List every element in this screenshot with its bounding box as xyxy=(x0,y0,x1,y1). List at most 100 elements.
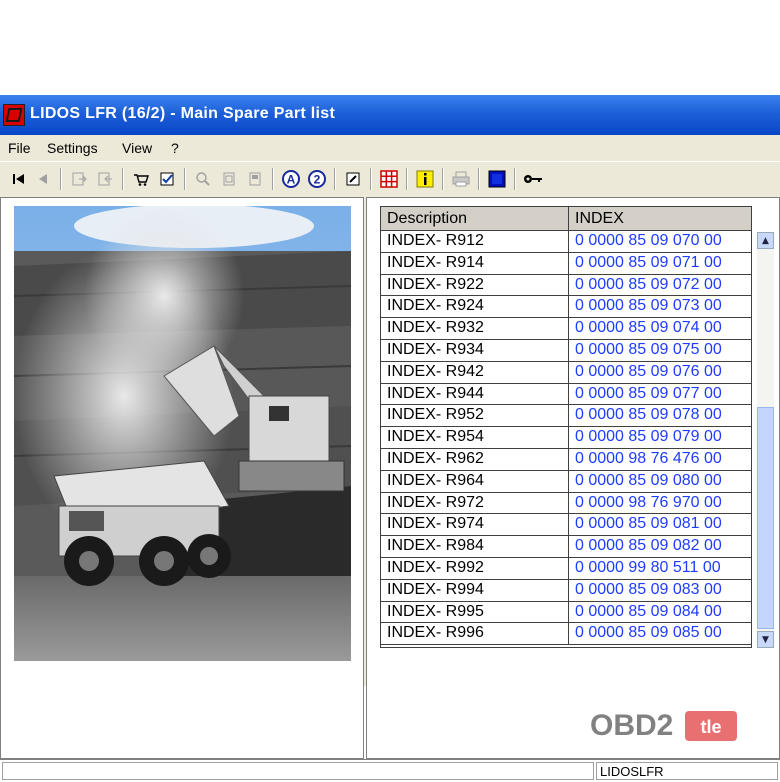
cell-index[interactable]: 0 0000 85 09 084 00 xyxy=(569,602,751,623)
cell-description[interactable]: INDEX- R934 xyxy=(381,340,569,361)
toolbar-separator xyxy=(442,168,444,190)
table-row[interactable]: INDEX- R994 0 0000 85 09 083 00 xyxy=(381,579,751,602)
menu-file[interactable]: File xyxy=(8,140,31,156)
table-row[interactable]: INDEX- R972 0 0000 98 76 970 00 xyxy=(381,492,751,515)
vertical-scrollbar[interactable]: ▲ ▼ xyxy=(757,232,774,648)
table-row[interactable]: INDEX- R912 0 0000 85 09 070 00 xyxy=(381,231,751,253)
scroll-down-icon[interactable]: ▼ xyxy=(757,631,774,648)
cell-index[interactable]: 0 0000 85 09 073 00 xyxy=(569,296,751,317)
cell-description[interactable]: INDEX- R942 xyxy=(381,361,569,383)
previous-record-icon[interactable] xyxy=(32,168,54,190)
grid-icon[interactable] xyxy=(378,168,400,190)
toolbar-separator xyxy=(514,168,516,190)
table-row[interactable]: INDEX- R922 0 0000 85 09 072 00 xyxy=(381,274,751,297)
cell-index[interactable]: 0 0000 85 09 083 00 xyxy=(569,580,751,601)
cell-description[interactable]: INDEX- R972 xyxy=(381,492,569,514)
app-logo-icon xyxy=(3,104,25,126)
toolbar-separator xyxy=(272,168,274,190)
cell-index[interactable]: 0 0000 85 09 072 00 xyxy=(569,275,751,296)
table-row[interactable]: INDEX- R954 0 0000 85 09 079 00 xyxy=(381,427,751,449)
table-row[interactable]: INDEX- R944 0 0000 85 09 077 00 xyxy=(381,383,751,406)
table-row[interactable]: INDEX- R996 0 0000 85 09 085 00 xyxy=(381,623,751,646)
table-row[interactable]: INDEX- R934 0 0000 85 09 075 00 xyxy=(381,340,751,362)
scrollbar-thumb[interactable] xyxy=(757,407,774,629)
table-row[interactable]: INDEX- R964 0 0000 85 09 080 00 xyxy=(381,470,751,493)
svg-text:OBD2: OBD2 xyxy=(590,709,673,742)
cell-index[interactable]: 0 0000 85 09 078 00 xyxy=(569,405,751,426)
key-icon[interactable] xyxy=(522,168,544,190)
cell-description[interactable]: INDEX- R914 xyxy=(381,252,569,274)
cell-index[interactable]: 0 0000 85 09 079 00 xyxy=(569,427,751,448)
table-row[interactable]: INDEX- R924 0 0000 85 09 073 00 xyxy=(381,296,751,319)
cell-description[interactable]: INDEX- R944 xyxy=(381,383,569,405)
print-icon[interactable] xyxy=(450,168,472,190)
search-2-icon[interactable]: 2 xyxy=(306,168,328,190)
toolbar-separator xyxy=(370,168,372,190)
menu-view[interactable]: View xyxy=(122,140,152,156)
cell-index[interactable]: 0 0000 85 09 080 00 xyxy=(569,471,751,492)
search-a-icon[interactable]: A xyxy=(280,168,302,190)
cart-icon[interactable] xyxy=(130,168,152,190)
cell-description[interactable]: INDEX- R996 xyxy=(381,623,569,645)
menu-bar: File Settings View ? xyxy=(0,135,780,161)
svg-text:A: A xyxy=(287,173,296,187)
status-database: LIDOSLFR xyxy=(596,762,778,780)
cell-index[interactable]: 0 0000 85 09 082 00 xyxy=(569,536,751,557)
export-icon[interactable] xyxy=(68,168,90,190)
cell-index[interactable]: 0 0000 98 76 970 00 xyxy=(569,493,751,514)
zoom-in-icon[interactable] xyxy=(192,168,214,190)
toolbar-separator xyxy=(334,168,336,190)
menu-settings[interactable]: Settings xyxy=(47,140,98,156)
cell-index[interactable]: 0 0000 99 80 511 00 xyxy=(569,558,751,579)
cell-description[interactable]: INDEX- R924 xyxy=(381,296,569,318)
cell-index[interactable]: 0 0000 85 09 070 00 xyxy=(569,231,751,252)
import-icon[interactable] xyxy=(94,168,116,190)
scroll-up-icon[interactable]: ▲ xyxy=(757,232,774,249)
menu-help[interactable]: ? xyxy=(171,140,179,156)
cell-description[interactable]: INDEX- R992 xyxy=(381,558,569,579)
cell-index[interactable]: 0 0000 85 09 085 00 xyxy=(569,623,751,644)
info-icon[interactable] xyxy=(414,168,436,190)
table-row[interactable]: INDEX- R992 0 0000 99 80 511 00 xyxy=(381,558,751,580)
cell-index[interactable]: 0 0000 85 09 074 00 xyxy=(569,318,751,339)
cell-index[interactable]: 0 0000 85 09 076 00 xyxy=(569,362,751,383)
table-row[interactable]: INDEX- R995 0 0000 85 09 084 00 xyxy=(381,601,751,624)
cell-description[interactable]: INDEX- R952 xyxy=(381,405,569,427)
cell-index[interactable]: 0 0000 85 09 071 00 xyxy=(569,253,751,274)
first-record-icon[interactable] xyxy=(8,168,30,190)
edit-icon[interactable] xyxy=(342,168,364,190)
column-header-description[interactable]: Description xyxy=(381,207,569,230)
cell-index[interactable]: 0 0000 85 09 075 00 xyxy=(569,340,751,361)
toolbar: A 2 xyxy=(0,161,780,198)
page-alt-icon[interactable] xyxy=(244,168,266,190)
checklist-icon[interactable] xyxy=(156,168,178,190)
cell-description[interactable]: INDEX- R932 xyxy=(381,318,569,339)
cell-index[interactable]: 0 0000 85 09 077 00 xyxy=(569,384,751,405)
cell-description[interactable]: INDEX- R995 xyxy=(381,601,569,623)
color-icon[interactable] xyxy=(486,168,508,190)
page-icon[interactable] xyxy=(218,168,240,190)
svg-text:2: 2 xyxy=(314,173,321,187)
cell-description[interactable]: INDEX- R984 xyxy=(381,536,569,557)
table-row[interactable]: INDEX- R974 0 0000 85 09 081 00 xyxy=(381,514,751,537)
table-row[interactable]: INDEX- R984 0 0000 85 09 082 00 xyxy=(381,536,751,558)
cell-description[interactable]: INDEX- R964 xyxy=(381,470,569,492)
toolbar-separator xyxy=(184,168,186,190)
cell-description[interactable]: INDEX- R974 xyxy=(381,514,569,536)
cell-description[interactable]: INDEX- R962 xyxy=(381,449,569,470)
cell-description[interactable]: INDEX- R922 xyxy=(381,274,569,296)
table-row[interactable]: INDEX- R962 0 0000 98 76 476 00 xyxy=(381,449,751,471)
cell-description[interactable]: INDEX- R912 xyxy=(381,231,569,252)
table-row[interactable]: INDEX- R952 0 0000 85 09 078 00 xyxy=(381,405,751,428)
toolbar-separator xyxy=(406,168,408,190)
table-row[interactable]: INDEX- R914 0 0000 85 09 071 00 xyxy=(381,252,751,275)
column-header-index[interactable]: INDEX xyxy=(569,207,751,230)
spare-part-panel: Description INDEX INDEX- R912 0 0000 85 0… xyxy=(366,197,780,759)
cell-description[interactable]: INDEX- R994 xyxy=(381,579,569,601)
cell-description[interactable]: INDEX- R954 xyxy=(381,427,569,448)
table-row[interactable]: INDEX- R932 0 0000 85 09 074 00 xyxy=(381,318,751,340)
cell-index[interactable]: 0 0000 98 76 476 00 xyxy=(569,449,751,470)
cell-index[interactable]: 0 0000 85 09 081 00 xyxy=(569,514,751,535)
title-bar[interactable]: LIDOS LFR (16/2) - Main Spare Part list xyxy=(0,95,780,135)
table-row[interactable]: INDEX- R942 0 0000 85 09 076 00 xyxy=(381,361,751,384)
